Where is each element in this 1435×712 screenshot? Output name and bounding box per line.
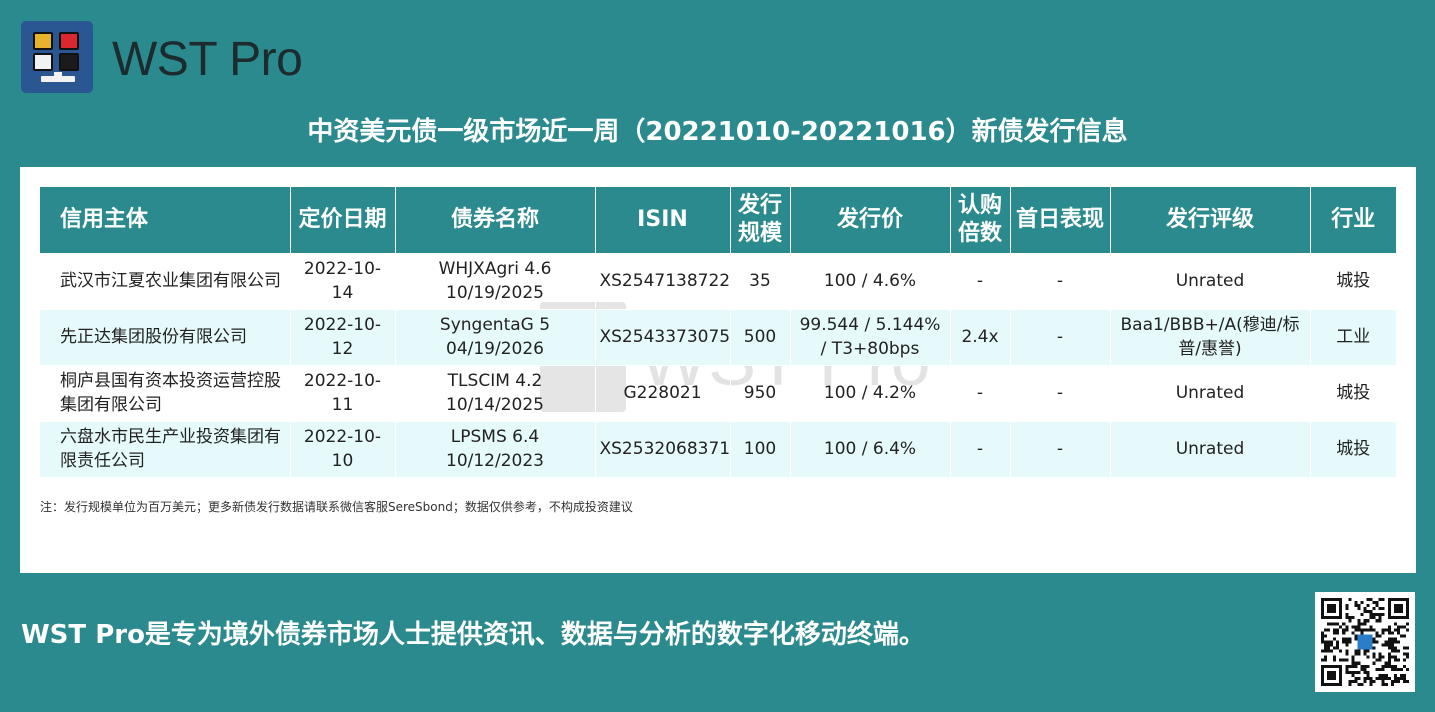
cell-industry: 城投 — [1310, 253, 1396, 310]
table-footnote: 注：发行规模单位为百万美元；更多新债发行数据请联系微信客服SereSbond；数… — [40, 500, 633, 514]
qr-code-graphic — [1321, 598, 1409, 686]
cell-size: 35 — [730, 253, 791, 310]
cell-industry: 工业 — [1310, 309, 1396, 366]
cell-first-day: - — [1010, 421, 1111, 478]
table-row: 六盘水市民生产业投资集团有限责任公司 2022-10-10 LPSMS 6.4 … — [40, 421, 1396, 478]
cell-issuer: 先正达集团股份有限公司 — [40, 309, 291, 366]
col-issuer: 信用主体 — [40, 187, 291, 253]
cell-price: 100 / 4.2% — [790, 365, 951, 422]
cell-issuer: 武汉市江夏农业集团有限公司 — [40, 253, 291, 310]
cell-isin: G228021 — [595, 365, 731, 422]
cell-size: 950 — [730, 365, 791, 422]
cell-multiple: 2.4x — [950, 309, 1011, 366]
wst-logo-icon — [21, 21, 93, 93]
cell-first-day: - — [1010, 365, 1111, 422]
bond-table-card: WST Pro 信用主体 定价日期 债券名称 ISIN 发行 规模 发行价 认购… — [20, 167, 1416, 573]
cell-rating: Unrated — [1110, 421, 1311, 478]
cell-bond: LPSMS 6.4 10/12/2023 — [395, 421, 596, 478]
brand-name: WST Pro — [112, 33, 303, 86]
cell-bond: WHJXAgri 4.6 10/19/2025 — [395, 253, 596, 310]
col-subscription-multiple: 认购 倍数 — [950, 187, 1011, 253]
footer-tagline: WST Pro是专为境外债券市场人士提供资讯、数据与分析的数字化移动终端。 — [21, 620, 925, 650]
qr-code-icon — [1315, 592, 1415, 692]
cell-date: 2022-10-12 — [290, 309, 396, 366]
col-isin: ISIN — [595, 187, 731, 253]
cell-rating: Unrated — [1110, 365, 1311, 422]
cell-issuer: 六盘水市民生产业投资集团有限责任公司 — [40, 421, 291, 478]
page-title: 中资美元债一级市场近一周（20221010-20221016）新债发行信息 — [307, 117, 1128, 147]
col-bond-name: 债券名称 — [395, 187, 596, 253]
cell-rating: Baa1/BBB+/A(穆迪/标普/惠誉) — [1110, 309, 1311, 366]
cell-multiple: - — [950, 365, 1011, 422]
cell-first-day: - — [1010, 309, 1111, 366]
cell-price: 100 / 6.4% — [790, 421, 951, 478]
cell-date: 2022-10-10 — [290, 421, 396, 478]
cell-multiple: - — [950, 421, 1011, 478]
col-pricing-date: 定价日期 — [290, 187, 396, 253]
col-industry: 行业 — [1310, 187, 1396, 253]
cell-multiple: - — [950, 253, 1011, 310]
table-row: 武汉市江夏农业集团有限公司 2022-10-14 WHJXAgri 4.6 10… — [40, 253, 1396, 310]
cell-bond: TLSCIM 4.2 10/14/2025 — [395, 365, 596, 422]
cell-isin: XS2547138722 — [595, 253, 731, 310]
cell-isin: XS2543373075 — [595, 309, 731, 366]
cell-first-day: - — [1010, 253, 1111, 310]
cell-price: 99.544 / 5.144% / T3+80bps — [790, 309, 951, 366]
col-first-day: 首日表现 — [1010, 187, 1111, 253]
table-header-row: 信用主体 定价日期 债券名称 ISIN 发行 规模 发行价 认购 倍数 首日表现… — [40, 187, 1396, 253]
cell-industry: 城投 — [1310, 421, 1396, 478]
cell-bond: SyngentaG 5 04/19/2026 — [395, 309, 596, 366]
table-row: 先正达集团股份有限公司 2022-10-12 SyngentaG 5 04/19… — [40, 309, 1396, 366]
cell-date: 2022-10-14 — [290, 253, 396, 310]
col-issue-price: 发行价 — [790, 187, 951, 253]
new-bond-table: 信用主体 定价日期 债券名称 ISIN 发行 规模 发行价 认购 倍数 首日表现… — [40, 187, 1396, 478]
cell-size: 500 — [730, 309, 791, 366]
cell-isin: XS2532068371 — [595, 421, 731, 478]
cell-date: 2022-10-11 — [290, 365, 396, 422]
table-row: 桐庐县国有资本投资运营控股集团有限公司 2022-10-11 TLSCIM 4.… — [40, 365, 1396, 422]
col-issue-size: 发行 规模 — [730, 187, 791, 253]
cell-size: 100 — [730, 421, 791, 478]
col-rating: 发行评级 — [1110, 187, 1311, 253]
cell-price: 100 / 4.6% — [790, 253, 951, 310]
cell-issuer: 桐庐县国有资本投资运营控股集团有限公司 — [40, 365, 291, 422]
cell-rating: Unrated — [1110, 253, 1311, 310]
cell-industry: 城投 — [1310, 365, 1396, 422]
